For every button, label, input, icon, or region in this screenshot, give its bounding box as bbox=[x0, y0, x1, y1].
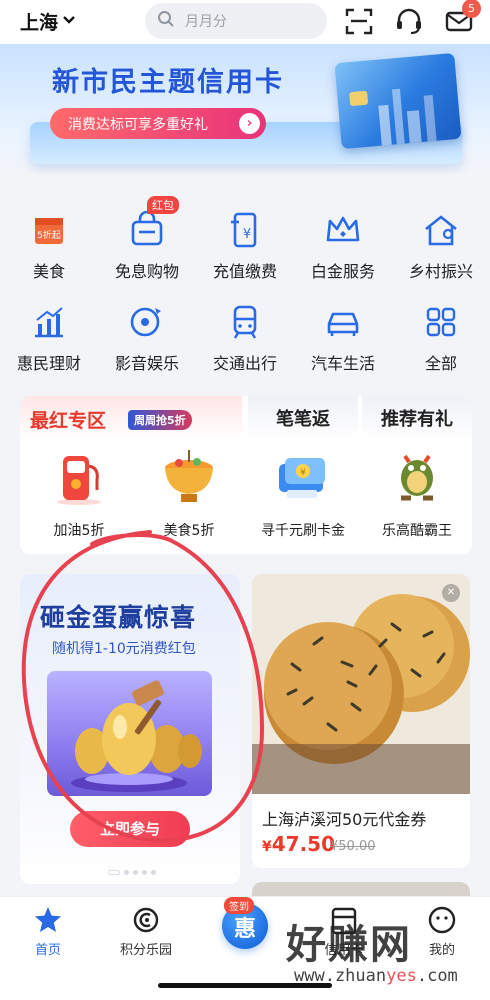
tab-hot-zone[interactable]: 最红专区 周周抢5折 bbox=[20, 396, 242, 440]
all-apps-icon bbox=[421, 302, 461, 342]
grid-label: 汽车生活 bbox=[310, 354, 375, 373]
food-badge-text: 5折起 bbox=[37, 229, 61, 241]
nav-label: 积分乐园 bbox=[119, 943, 172, 958]
hotpot-icon bbox=[159, 448, 219, 506]
credit-card-image bbox=[334, 52, 462, 150]
points-icon bbox=[131, 905, 161, 935]
weekly-deal-tag: 周周抢5折 bbox=[128, 410, 192, 430]
banner-title: 新市民主题信用卡 bbox=[52, 67, 284, 98]
food-coupon-icon: 5折起 bbox=[29, 210, 69, 250]
grid-item-transport[interactable]: 交通出行 bbox=[200, 302, 290, 382]
promo-item-food[interactable]: 美食5折 bbox=[134, 448, 244, 540]
grid-label: 惠民理财 bbox=[16, 354, 81, 373]
tab-cashback-label: 笔笔返 bbox=[276, 409, 330, 430]
svg-text:¥: ¥ bbox=[243, 227, 251, 242]
promo-item-fuel[interactable]: 加油5折 bbox=[24, 448, 134, 540]
nav-points[interactable]: 积分乐园 bbox=[106, 905, 186, 958]
grid-item-recharge[interactable]: ¥ 充值缴费 bbox=[200, 210, 290, 290]
headset-icon[interactable] bbox=[394, 6, 424, 36]
card-chip bbox=[349, 90, 369, 107]
promo-item-card-cash[interactable]: ¥ 寻千元刷卡金 bbox=[248, 448, 358, 540]
promo-label: 寻千元刷卡金 bbox=[261, 523, 345, 539]
car-icon bbox=[323, 302, 363, 342]
grid-item-car[interactable]: 汽车生活 bbox=[298, 302, 388, 382]
home-indicator bbox=[158, 983, 332, 988]
grid-item-installment[interactable]: 红包 免息购物 bbox=[102, 196, 192, 290]
crown-icon bbox=[323, 210, 363, 250]
grid-item-all[interactable]: 全部 bbox=[396, 302, 486, 382]
tab-referral-label: 推荐有礼 bbox=[381, 409, 453, 430]
search-input[interactable]: 月月分 bbox=[145, 3, 327, 39]
search-placeholder: 月月分 bbox=[185, 14, 227, 30]
voucher-original-price: ¥50.00 bbox=[330, 839, 376, 854]
red-packet-badge: 红包 bbox=[147, 196, 179, 214]
grid-item-media[interactable]: 影音娱乐 bbox=[102, 302, 192, 382]
carousel-dots bbox=[108, 870, 156, 875]
grid-label: 交通出行 bbox=[212, 354, 277, 373]
fuel-pump-icon bbox=[49, 448, 109, 506]
golden-egg-image bbox=[47, 671, 212, 796]
city-selector[interactable]: 上海 bbox=[20, 8, 76, 35]
grid-label: 免息购物 bbox=[114, 262, 179, 281]
media-icon bbox=[127, 302, 167, 342]
chevron-down-icon bbox=[62, 14, 76, 29]
search-icon bbox=[157, 10, 175, 32]
promo-label: 加油5折 bbox=[53, 523, 105, 539]
nav-home[interactable]: 首页 bbox=[8, 905, 88, 958]
gift-card-icon: ¥ bbox=[273, 448, 333, 506]
message-count-badge: 5 bbox=[462, 0, 481, 18]
train-icon bbox=[225, 302, 265, 342]
tab-referral[interactable]: 推荐有礼 bbox=[362, 396, 472, 440]
finance-chart-icon bbox=[29, 302, 69, 342]
grid-label: 影音娱乐 bbox=[114, 354, 179, 373]
grid-item-platinum[interactable]: 白金服务 bbox=[298, 210, 388, 290]
egg-card-subtitle: 随机得1-10元消费红包 bbox=[52, 641, 196, 657]
grid-item-food[interactable]: 5折起 美食 bbox=[4, 210, 94, 290]
grid-item-finance[interactable]: 惠民理财 bbox=[4, 302, 94, 382]
banner-cta-button[interactable]: 消费达标可享多重好礼 › bbox=[50, 108, 266, 139]
home-star-icon bbox=[33, 905, 63, 935]
sign-in-tag: 签到 bbox=[224, 897, 254, 914]
svg-text:¥: ¥ bbox=[300, 468, 306, 478]
grid-item-rural[interactable]: 乡村振兴 bbox=[396, 210, 486, 290]
credit-card-banner[interactable]: 新市民主题信用卡 消费达标可享多重好礼 › bbox=[0, 44, 490, 174]
voucher-title: 上海泸溪河50元代金券 bbox=[262, 810, 427, 829]
voucher-price: ¥47.50 bbox=[262, 832, 336, 856]
grid-label: 白金服务 bbox=[310, 262, 375, 281]
hot-zone-title: 最红专区 bbox=[30, 410, 107, 432]
lego-bowser-icon bbox=[387, 448, 447, 506]
promo-label: 乐高酷霸王 bbox=[382, 523, 452, 539]
watermark: 好赚网 www.zhuanyes.com bbox=[286, 912, 458, 986]
quick-service-grid: 5折起 美食 红包 免息购物 ¥ 充值缴费 白金服务 乡村振兴 惠民理财 影音娱… bbox=[0, 174, 490, 384]
chevron-right-icon: › bbox=[239, 113, 260, 134]
egg-card-title: 砸金蛋赢惊喜 bbox=[40, 603, 197, 632]
food-voucher-card[interactable]: ✕ 上海泸溪河50元代金券 ¥47.50 ¥50.00 bbox=[252, 574, 470, 868]
mail-icon[interactable]: 5 bbox=[444, 0, 481, 36]
close-icon[interactable]: ✕ bbox=[442, 584, 460, 602]
promo-label: 美食5折 bbox=[163, 523, 215, 539]
grid-label: 美食 bbox=[32, 262, 65, 281]
promo-zone: 最红专区 周周抢5折 笔笔返 推荐有礼 加油5折 美食5折 ¥ 寻千元刷卡金 乐… bbox=[20, 396, 472, 554]
scan-icon[interactable] bbox=[344, 6, 374, 36]
watermark-text: 好赚网 bbox=[286, 922, 412, 968]
village-house-icon bbox=[421, 210, 461, 250]
grid-label: 乡村振兴 bbox=[408, 262, 473, 281]
grid-label: 全部 bbox=[424, 354, 457, 373]
top-header: 上海 月月分 5 bbox=[0, 0, 490, 44]
grid-label: 充值缴费 bbox=[212, 262, 277, 281]
city-label: 上海 bbox=[20, 12, 59, 34]
pastry-image: ✕ bbox=[252, 574, 470, 794]
join-now-button[interactable]: 立即参与 bbox=[70, 811, 190, 847]
tab-cashback[interactable]: 笔笔返 bbox=[248, 396, 358, 440]
nav-label: 首页 bbox=[34, 943, 61, 958]
recharge-icon: ¥ bbox=[225, 210, 265, 250]
golden-egg-card[interactable]: 砸金蛋赢惊喜 随机得1-10元消费红包 立即参与 bbox=[20, 574, 240, 884]
promo-item-lego[interactable]: 乐高酷霸王 bbox=[362, 448, 472, 540]
banner-cta-label: 消费达标可享多重好礼 bbox=[68, 116, 208, 133]
shopping-basket-icon: 红包 bbox=[127, 196, 179, 250]
